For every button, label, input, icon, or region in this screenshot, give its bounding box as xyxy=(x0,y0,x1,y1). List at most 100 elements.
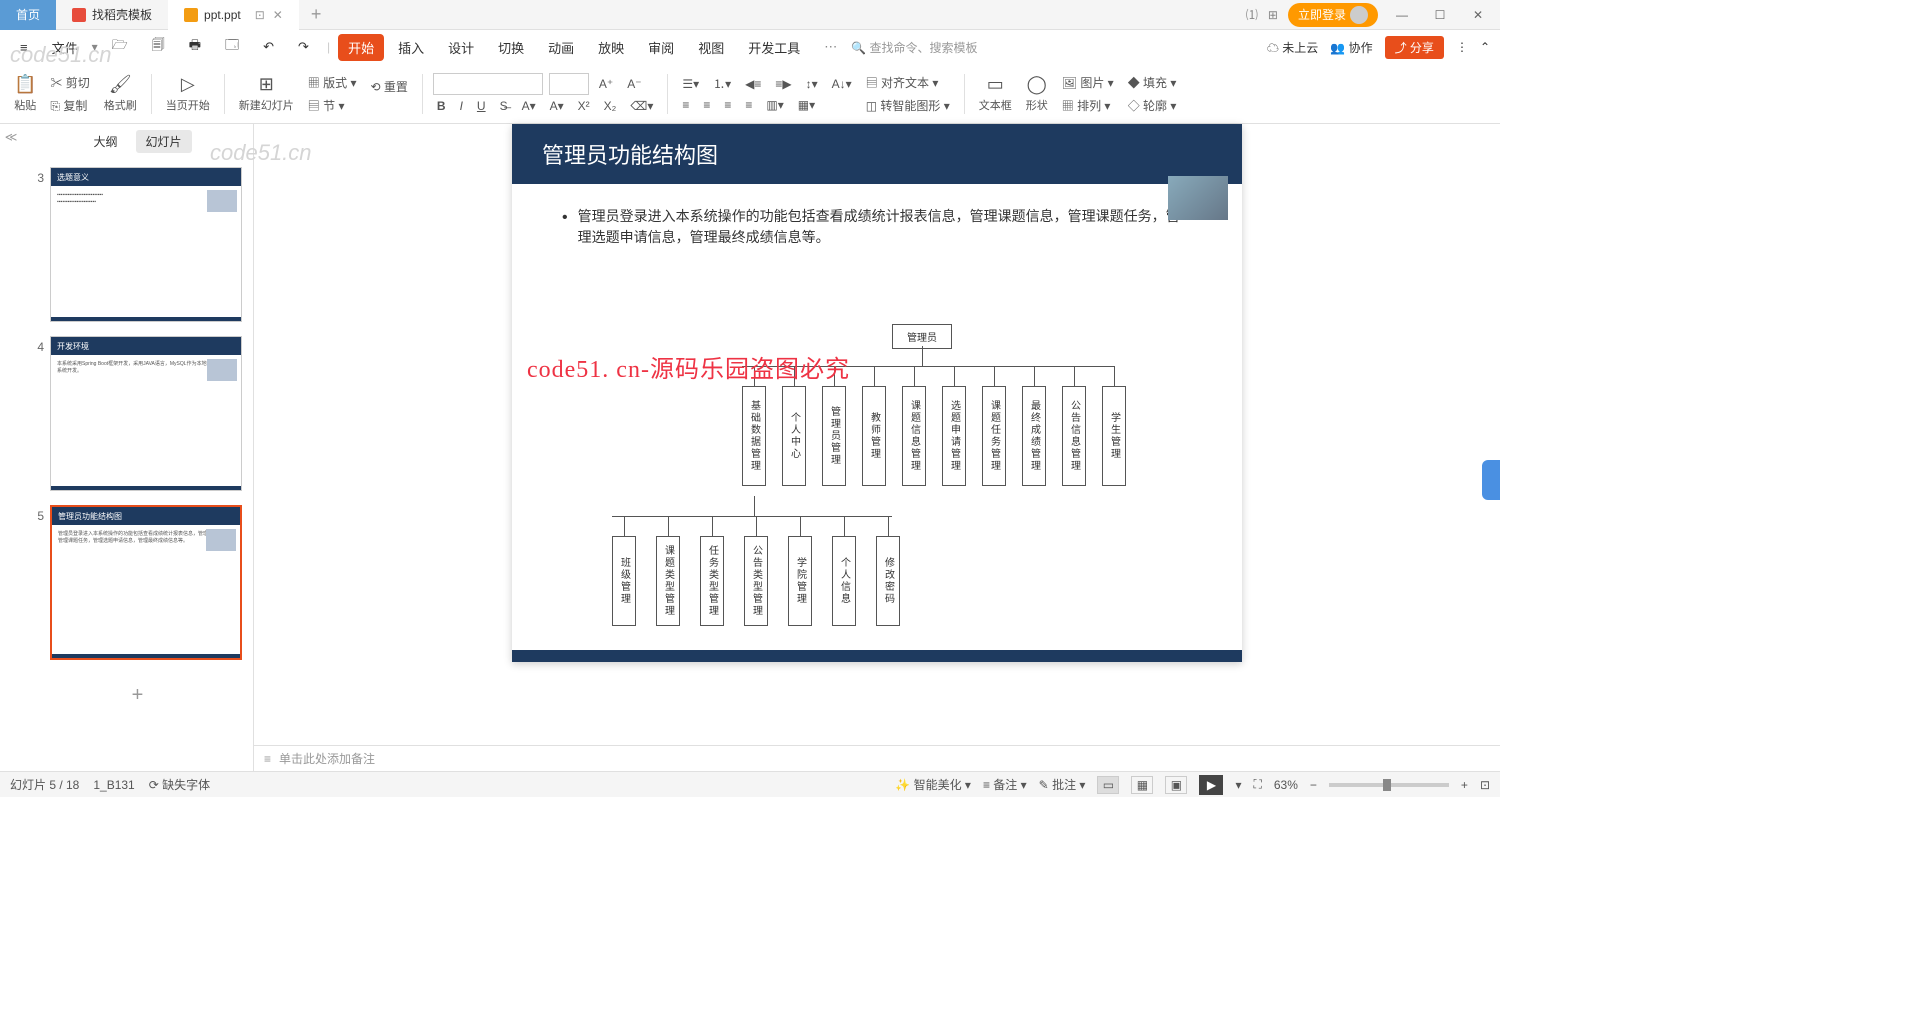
picture-button[interactable]: 🖼 图片 ▾ xyxy=(1058,72,1118,93)
text-direction-button[interactable]: A↓▾ xyxy=(828,75,856,93)
smartart-button[interactable]: ◫ 转智能图形 ▾ xyxy=(862,95,954,116)
italic-button[interactable]: I xyxy=(456,97,467,115)
redo-icon[interactable]: ↷ xyxy=(288,35,319,59)
slide-title[interactable]: 管理员功能结构图 xyxy=(512,124,1242,184)
thumbnail-list[interactable]: 3 选题意义 ▪▪▪▪▪▪▪▪▪▪▪▪▪▪▪▪▪▪▪▪▪▪▪▪▪▪▪▪▪▪▪▪▪… xyxy=(22,159,253,771)
line-spacing-button[interactable]: ↕▾ xyxy=(802,75,822,93)
menu-slideshow[interactable]: 放映 xyxy=(588,34,634,61)
outline-tab[interactable]: 大纲 xyxy=(83,130,127,153)
login-button[interactable]: 立即登录 xyxy=(1288,3,1378,27)
slide-thumbnail-3[interactable]: 选题意义 ▪▪▪▪▪▪▪▪▪▪▪▪▪▪▪▪▪▪▪▪▪▪▪▪▪▪▪▪▪▪▪▪▪▪▪… xyxy=(50,167,242,322)
menu-view[interactable]: 视图 xyxy=(688,34,734,61)
print-icon[interactable]: 🖶 xyxy=(179,32,211,62)
normal-view-button[interactable]: ▭ xyxy=(1097,776,1119,794)
align-right-button[interactable]: ≡ xyxy=(720,96,735,114)
menu-file[interactable]: 文件 xyxy=(42,34,88,61)
saveas-icon[interactable]: 🗐 xyxy=(142,32,175,62)
menu-animation[interactable]: 动画 xyxy=(538,34,584,61)
align-left-button[interactable]: ≡ xyxy=(678,96,693,114)
zoom-level[interactable]: 63% xyxy=(1274,778,1298,792)
slide-bullet-text[interactable]: 管理员登录进入本系统操作的功能包括查看成绩统计报表信息，管理课题信息，管理课题任… xyxy=(512,184,1242,258)
missing-font-button[interactable]: ⟳ 缺失字体 xyxy=(149,776,210,793)
highlight-button[interactable]: A▾ xyxy=(546,97,568,115)
reset-button[interactable]: ⟲ 重置 xyxy=(367,76,412,97)
collab-button[interactable]: 👥 协作 xyxy=(1330,39,1372,56)
tab-template[interactable]: 找稻壳模板 xyxy=(56,0,168,30)
current-slide[interactable]: 管理员功能结构图 管理员登录进入本系统操作的功能包括查看成绩统计报表信息，管理课… xyxy=(512,124,1242,662)
tab-window-icon[interactable]: ⊡ xyxy=(255,8,265,22)
distribute-button[interactable]: ▦▾ xyxy=(794,96,819,114)
decrease-font-icon[interactable]: A⁻ xyxy=(623,75,645,93)
maximize-button[interactable]: ☐ xyxy=(1426,8,1454,22)
outline-button[interactable]: ◇ 轮廓 ▾ xyxy=(1124,95,1181,116)
section-button[interactable]: ▤ 节 ▾ xyxy=(304,95,361,116)
slide-thumbnail-4[interactable]: 开发环境 本系统采用Spring Boot框架开发，采用JAVA语言，MySQL… xyxy=(50,336,242,491)
cut-button[interactable]: ✂ 剪切 xyxy=(46,72,93,93)
columns-button[interactable]: ▥▾ xyxy=(762,96,787,114)
close-button[interactable]: ✕ xyxy=(1464,8,1492,22)
zoom-slider[interactable] xyxy=(1329,783,1449,787)
format-painter-button[interactable]: 🖌格式刷 xyxy=(100,74,141,113)
menu-overflow-icon[interactable]: ⋮ xyxy=(1456,40,1468,54)
save-icon[interactable]: 🗁 xyxy=(102,32,138,62)
arrange-button[interactable]: ▦ 排列 ▾ xyxy=(1058,95,1118,116)
indent-decrease-button[interactable]: ◀≡ xyxy=(741,75,765,93)
side-handle[interactable] xyxy=(1482,460,1500,500)
tab-add-button[interactable]: + xyxy=(299,4,334,25)
subscript-button[interactable]: X₂ xyxy=(600,97,621,115)
printpreview-icon[interactable]: 🗔 xyxy=(215,32,249,62)
add-slide-button[interactable]: + xyxy=(30,674,245,717)
fit-button[interactable]: ⛶ xyxy=(1253,777,1261,792)
zoom-out-button[interactable]: − xyxy=(1310,778,1317,792)
menu-insert[interactable]: 插入 xyxy=(388,34,434,61)
fill-button[interactable]: ◆ 填充 ▾ xyxy=(1124,72,1181,93)
menu-start[interactable]: 开始 xyxy=(338,34,384,61)
font-color-button[interactable]: A▾ xyxy=(518,97,540,115)
reading-view-button[interactable]: ▣ xyxy=(1165,776,1187,794)
paste-button[interactable]: 📋粘贴 xyxy=(10,74,40,113)
comments-button[interactable]: ✎ 批注 ▾ xyxy=(1039,776,1086,793)
minimize-button[interactable]: — xyxy=(1388,8,1416,22)
align-center-button[interactable]: ≡ xyxy=(699,96,714,114)
undo-icon[interactable]: ↶ xyxy=(253,35,284,59)
menu-dropdown-icon[interactable]: ▾ xyxy=(92,40,98,54)
layout-button[interactable]: ▦ 版式 ▾ xyxy=(304,72,361,93)
superscript-button[interactable]: X² xyxy=(574,97,594,115)
shape-button[interactable]: ◯形状 xyxy=(1022,74,1052,113)
align-text-button[interactable]: ▤ 对齐文本 ▾ xyxy=(862,72,954,93)
font-size-select[interactable] xyxy=(549,73,589,95)
strikethrough-button[interactable]: S̶ xyxy=(496,97,512,115)
collapse-panel-button[interactable]: ≪ xyxy=(0,124,22,771)
tab-document[interactable]: ppt.ppt ⊡✕ xyxy=(168,0,299,30)
menu-devtools[interactable]: 开发工具 xyxy=(738,34,810,61)
tab-close-icon[interactable]: ✕ xyxy=(273,8,283,22)
new-slide-button[interactable]: ⊞新建幻灯片 xyxy=(235,74,298,113)
collapse-ribbon-icon[interactable]: ⌃ xyxy=(1480,40,1490,54)
notes-toggle-button[interactable]: ≡ 备注 ▾ xyxy=(983,776,1027,793)
play-button[interactable]: ▶ xyxy=(1199,775,1223,795)
slide-thumbnail-5[interactable]: 管理员功能结构图 管理员登录进入本系统操作的功能包括查看成绩统计报表信息，管理课… xyxy=(50,505,242,660)
start-from-current-button[interactable]: ▷当页开始 xyxy=(162,74,214,113)
menu-more-icon[interactable]: ⋯ xyxy=(814,35,847,59)
bold-button[interactable]: B xyxy=(433,97,450,115)
window-mode-icon[interactable]: ⑴ xyxy=(1246,6,1258,23)
bullets-button[interactable]: ☰▾ xyxy=(678,75,703,93)
font-family-select[interactable] xyxy=(433,73,543,95)
textbox-button[interactable]: ▭文本框 xyxy=(975,74,1016,113)
sorter-view-button[interactable]: ▦ xyxy=(1131,776,1153,794)
notes-pane[interactable]: ≡ 单击此处添加备注 xyxy=(254,745,1500,771)
cloud-button[interactable]: ☁ 未上云 xyxy=(1267,39,1318,56)
apps-icon[interactable]: ⊞ xyxy=(1268,8,1278,22)
menu-transition[interactable]: 切换 xyxy=(488,34,534,61)
smart-beautify-button[interactable]: ✨ 智能美化 ▾ xyxy=(895,776,971,793)
numbering-button[interactable]: ⒈▾ xyxy=(709,73,735,94)
increase-font-icon[interactable]: A⁺ xyxy=(595,75,617,93)
fit-window-button[interactable]: ⊡ xyxy=(1480,778,1490,792)
underline-button[interactable]: U xyxy=(473,97,490,115)
menu-design[interactable]: 设计 xyxy=(438,34,484,61)
tab-home[interactable]: 首页 xyxy=(0,0,56,30)
indent-increase-button[interactable]: ≡▶ xyxy=(771,75,795,93)
clear-format-button[interactable]: ⌫▾ xyxy=(626,97,657,115)
share-button[interactable]: ⤴ 分享 xyxy=(1385,36,1444,59)
menu-review[interactable]: 审阅 xyxy=(638,34,684,61)
